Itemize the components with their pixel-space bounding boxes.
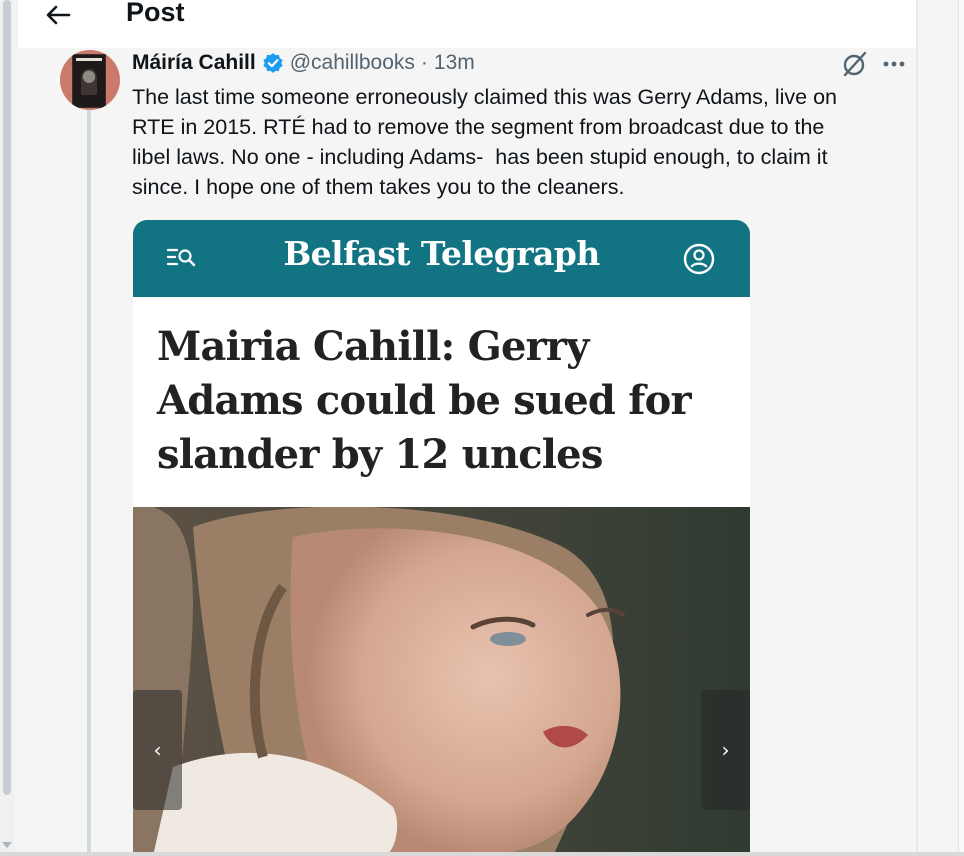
right-scrollbar[interactable]: [958, 0, 964, 856]
bottom-edge: [0, 852, 964, 856]
timestamp[interactable]: 13m: [434, 51, 475, 75]
publication-bar: Belfast Telegraph: [133, 220, 750, 297]
account-icon: [683, 243, 715, 275]
tweet-image[interactable]: Belfast Telegraph Mairia Cahill: Gerry A…: [133, 220, 750, 856]
main-column: Post Máiría Cahill @cahillbooks · 13m Th…: [18, 0, 916, 856]
author-handle[interactable]: @cahillbooks: [290, 51, 415, 75]
scrollbar-thumb[interactable]: [3, 0, 11, 795]
thread-line: [87, 110, 91, 856]
article-headline: Mairia Cahill: Gerry Adams could be sued…: [157, 323, 692, 478]
verified-badge-icon[interactable]: [262, 52, 284, 74]
post-header: Post: [18, 0, 916, 48]
window-scrollbar[interactable]: [0, 0, 14, 856]
next-image-button[interactable]: ›: [701, 690, 750, 810]
author-name[interactable]: Máiría Cahill: [132, 51, 256, 75]
page: Post Máiría Cahill @cahillbooks · 13m Th…: [0, 0, 964, 856]
tweet-header: Máiría Cahill @cahillbooks · 13m: [132, 48, 475, 78]
book-cover-image: [72, 54, 106, 108]
separator-dot: ·: [420, 51, 428, 74]
avatar[interactable]: [60, 50, 120, 110]
arrow-left-icon: [46, 5, 71, 25]
back-button[interactable]: [40, 0, 76, 30]
scroll-down-arrow-icon[interactable]: [2, 842, 12, 848]
article-photo: [133, 507, 750, 856]
publication-logo: Belfast Telegraph: [283, 234, 600, 273]
previous-image-button[interactable]: ‹: [133, 690, 182, 810]
more-icon[interactable]: [880, 52, 908, 76]
grok-icon[interactable]: [840, 50, 870, 78]
tweet-text: The last time someone erroneously claime…: [132, 85, 838, 199]
page-title: Post: [126, 0, 185, 27]
